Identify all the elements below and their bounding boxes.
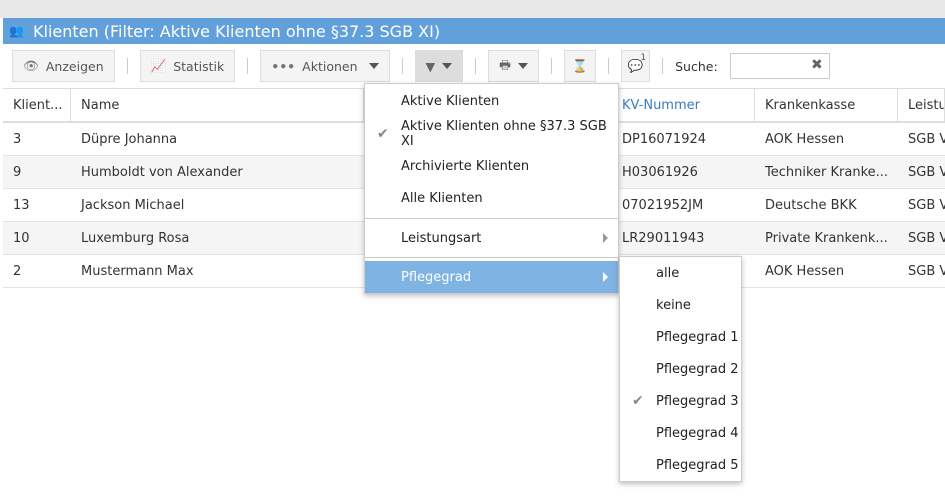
- filter-menu: Aktive Klienten ✔ Aktive Klienten ohne §37…: [364, 83, 619, 294]
- table-cell: SGB V: [908, 197, 945, 213]
- separator: [475, 58, 477, 74]
- separator: [662, 58, 664, 74]
- chevron-right-icon: [603, 272, 608, 282]
- chevron-right-icon: [603, 233, 608, 243]
- ellipsis-icon: •••: [271, 58, 296, 74]
- menu-item-label: Aktive Klienten: [401, 93, 500, 109]
- menu-item-label: alle: [656, 265, 680, 281]
- table-cell: Techniker Kranke...: [765, 164, 889, 180]
- column-header[interactable]: Klient...: [3, 89, 71, 121]
- menu-item[interactable]: ✔ Pflegegrad 3: [620, 385, 741, 417]
- separator: [401, 58, 403, 74]
- menu-item-label: Pflegegrad 3: [656, 393, 739, 409]
- menu-item-label: Alle Klienten: [401, 191, 483, 207]
- table-cell: SGB V: [908, 263, 945, 279]
- notification-count: 1: [640, 53, 647, 63]
- check-icon: ✔: [377, 125, 389, 142]
- menu-item-label: Aktive Klienten ohne §37.3 SGB XI: [401, 118, 607, 149]
- menu-item-pflegegrad[interactable]: Pflegegrad: [365, 261, 618, 293]
- toolbar: 👁 Anzeigen 📈 Statistik ••• Aktionen ▼ 🖶 ⌛ 💬…: [3, 44, 945, 88]
- aktionen-button[interactable]: ••• Aktionen: [260, 50, 390, 82]
- separator: [126, 58, 128, 74]
- column-header[interactable]: Name: [71, 89, 364, 121]
- menu-item[interactable]: Pflegegrad 5: [620, 449, 741, 481]
- menu-item-label: Leistungsart: [401, 230, 482, 246]
- table-cell: 9: [13, 164, 22, 180]
- table-cell: 3: [13, 131, 22, 147]
- menu-item-label: Pflegegrad 5: [656, 457, 739, 473]
- menu-item[interactable]: Pflegegrad 4: [620, 417, 741, 449]
- menu-item[interactable]: Pflegegrad 1: [620, 321, 741, 353]
- table-cell: AOK Hessen: [765, 263, 845, 279]
- menu-item[interactable]: alle: [620, 257, 741, 289]
- menu-item[interactable]: keine: [620, 289, 741, 321]
- export-button[interactable]: ⌛: [563, 50, 596, 82]
- menu-item-label: Archivierte Klienten: [401, 158, 530, 174]
- top-gap: [0, 0, 945, 18]
- table-cell: 07021952JM: [622, 197, 704, 213]
- aktionen-label: Aktionen: [302, 58, 358, 74]
- menu-item-label: Pflegegrad 2: [656, 361, 739, 377]
- search-label: Suche:: [675, 58, 718, 74]
- table-cell: 10: [13, 230, 30, 246]
- chart-icon: 📈: [150, 58, 167, 73]
- menu-divider: [365, 257, 618, 258]
- separator: [550, 58, 552, 74]
- menu-item[interactable]: Archivierte Klienten: [365, 150, 618, 183]
- menu-item-label: Pflegegrad 4: [656, 425, 739, 441]
- table-cell: LR29011943: [622, 230, 705, 246]
- menu-item-label: Pflegegrad: [401, 269, 472, 285]
- export-file-icon: ⌛: [571, 58, 588, 73]
- statistik-label: Statistik: [173, 58, 225, 74]
- table-cell: 2: [13, 263, 22, 279]
- print-icon: 🖶: [499, 56, 511, 72]
- column-header[interactable]: KV-Nummer: [612, 89, 755, 121]
- filter-button[interactable]: ▼: [414, 50, 464, 82]
- table-cell: Humboldt von Alexander: [81, 164, 243, 180]
- caret-down-icon: [517, 63, 528, 69]
- check-icon: ✔: [632, 393, 644, 409]
- table-cell: DP16071924: [622, 131, 707, 147]
- menu-item[interactable]: Alle Klienten: [365, 183, 618, 216]
- menu-item-label: Pflegegrad 1: [656, 329, 739, 345]
- table-cell: Mustermann Max: [81, 263, 194, 279]
- clear-icon[interactable]: ✖: [811, 57, 823, 73]
- table-cell: SGB V: [908, 164, 945, 180]
- table-cell: H03061926: [622, 164, 698, 180]
- separator: [607, 58, 609, 74]
- table-cell: Luxemburg Rosa: [81, 230, 190, 246]
- menu-item[interactable]: ✔ Aktive Klienten ohne §37.3 SGB XI: [365, 118, 618, 151]
- table-cell: SGB V: [908, 131, 945, 147]
- menu-divider: [365, 218, 618, 219]
- separator: [247, 58, 249, 74]
- menu-item[interactable]: Pflegegrad 2: [620, 353, 741, 385]
- caret-down-icon: [368, 63, 379, 69]
- messages-button[interactable]: 💬 1: [620, 50, 651, 82]
- table-cell: Jackson Michael: [81, 197, 185, 213]
- statistik-button[interactable]: 📈 Statistik: [139, 50, 236, 82]
- menu-item-leistungsart[interactable]: Leistungsart: [365, 222, 618, 254]
- table-cell: Deutsche BKK: [765, 197, 857, 213]
- column-header[interactable]: Krankenkasse: [755, 89, 898, 121]
- table-cell: 13: [13, 197, 30, 213]
- window-title: Klienten (Filter: Aktive Klienten ohne §…: [33, 21, 441, 41]
- menu-item[interactable]: Aktive Klienten: [365, 85, 618, 118]
- table-cell: SGB V: [908, 230, 945, 246]
- clients-icon: 👥: [9, 24, 24, 38]
- caret-down-icon: [442, 63, 453, 69]
- column-header[interactable]: Leistu: [898, 89, 945, 121]
- window-title-bar: 👥 Klienten (Filter: Aktive Klienten ohne…: [3, 18, 945, 44]
- print-button[interactable]: 🖶: [488, 50, 539, 82]
- eye-icon: 👁: [23, 58, 39, 73]
- table-cell: Private Krankenk...: [765, 230, 888, 246]
- anzeigen-button[interactable]: 👁 Anzeigen: [12, 50, 115, 82]
- menu-item-label: keine: [656, 297, 691, 313]
- filter-icon: ▼: [425, 58, 436, 74]
- search-input[interactable]: ✖: [729, 53, 830, 79]
- table-cell: AOK Hessen: [765, 131, 845, 147]
- table-cell: Düpre Johanna: [81, 131, 178, 147]
- pflegegrad-submenu: alle keine Pflegegrad 1 Pflegegrad 2 ✔ Pflege…: [619, 256, 742, 482]
- anzeigen-label: Anzeigen: [45, 58, 104, 74]
